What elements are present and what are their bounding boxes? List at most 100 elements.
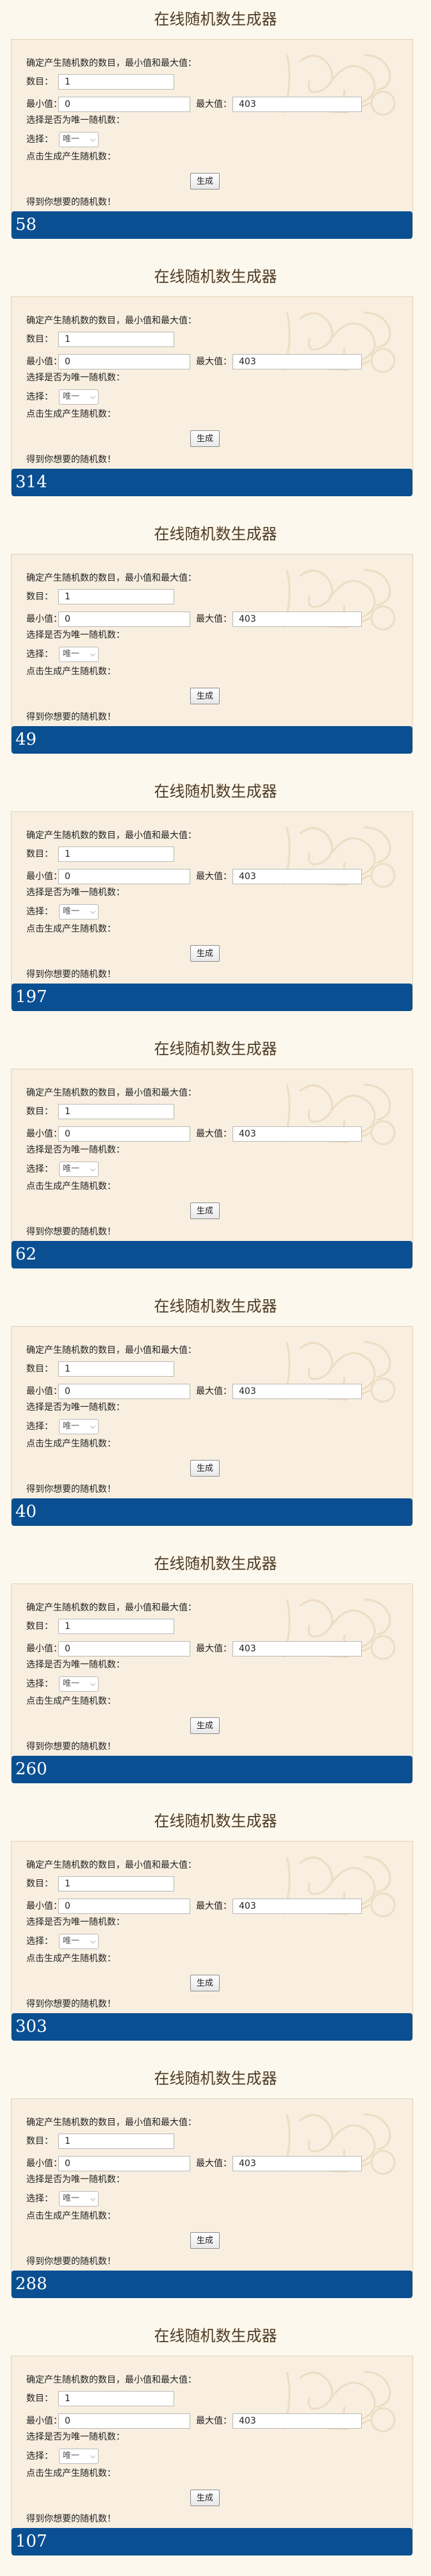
- count-input[interactable]: [58, 1104, 174, 1119]
- max-value-input[interactable]: [232, 2156, 362, 2171]
- generator-title: 在线随机数生成器: [154, 782, 277, 800]
- min-value-input[interactable]: [58, 354, 190, 369]
- chevron-down-icon: ⌵: [90, 393, 95, 401]
- generate-button[interactable]: 生成: [190, 945, 220, 962]
- max-value-input[interactable]: [232, 2413, 362, 2429]
- result-value: 314: [12, 469, 412, 496]
- chevron-down-icon: ⌵: [90, 135, 95, 143]
- generator-panel: 确定产生随机数的数目，最小值和最大值： 数目： 最小值： 最大值： 选择是否为唯…: [11, 296, 413, 494]
- min-value-input[interactable]: [58, 1641, 190, 1657]
- count-label: 数目：: [26, 2136, 53, 2146]
- generator-title: 在线随机数生成器: [154, 2327, 277, 2345]
- result-label: 得到你想要的随机数！: [26, 1227, 116, 1237]
- min-value-input[interactable]: [58, 1899, 190, 1914]
- decorative-pattern-icon: [282, 311, 396, 373]
- generate-button[interactable]: 生成: [190, 1975, 220, 1991]
- unique-select[interactable]: 唯一 ⌵: [59, 389, 99, 405]
- count-label: 数目：: [26, 1879, 53, 1889]
- unique-prompt: 选择是否为唯一随机数：: [26, 887, 125, 898]
- count-input[interactable]: [58, 589, 174, 604]
- decorative-pattern-icon: [282, 1341, 396, 1403]
- click-prompt: 点击生成产生随机数：: [26, 1439, 116, 1449]
- instruction-text: 确定产生随机数的数目，最小值和最大值：: [26, 1860, 197, 1870]
- result-value: 303: [12, 2013, 412, 2041]
- page-root: 在线随机数生成器 确定产生随机数的数目，最小值和最大值： 数目： 最小值： 最大…: [0, 0, 431, 2576]
- unique-select-value: 唯一: [63, 1422, 80, 1431]
- generate-button[interactable]: 生成: [190, 2232, 220, 2249]
- random-generator-section: 在线随机数生成器 确定产生随机数的数目，最小值和最大值： 数目： 最小值： 最大…: [0, 515, 431, 772]
- unique-select-value: 唯一: [63, 1936, 80, 1946]
- count-input[interactable]: [58, 847, 174, 862]
- count-input[interactable]: [58, 1876, 174, 1891]
- unique-select[interactable]: 唯一 ⌵: [59, 2449, 99, 2464]
- count-input[interactable]: [58, 1361, 174, 1377]
- click-prompt: 点击生成产生随机数：: [26, 667, 116, 677]
- result-value: 49: [12, 726, 412, 754]
- max-value-input[interactable]: [232, 1126, 362, 1142]
- unique-select[interactable]: 唯一 ⌵: [59, 2191, 99, 2207]
- unique-select[interactable]: 唯一 ⌵: [59, 132, 99, 147]
- result-label: 得到你想要的随机数！: [26, 969, 116, 980]
- unique-select[interactable]: 唯一 ⌵: [59, 1419, 99, 1434]
- generate-button[interactable]: 生成: [190, 430, 220, 447]
- click-prompt: 点击生成产生随机数：: [26, 2468, 116, 2479]
- generator-title: 在线随机数生成器: [154, 2070, 277, 2087]
- chevron-down-icon: ⌵: [90, 1680, 95, 1688]
- chevron-down-icon: ⌵: [90, 1165, 95, 1173]
- count-label: 数目：: [26, 77, 53, 87]
- decorative-pattern-icon: [282, 1598, 396, 1660]
- unique-select[interactable]: 唯一 ⌵: [59, 647, 99, 662]
- max-label: 最大值：: [196, 1386, 232, 1397]
- generate-button[interactable]: 生成: [190, 173, 220, 190]
- count-label: 数目：: [26, 592, 53, 602]
- min-value-input[interactable]: [58, 1126, 190, 1142]
- count-input[interactable]: [58, 332, 174, 347]
- max-label: 最大值：: [196, 1129, 232, 1139]
- select-label: 选择：: [26, 392, 53, 402]
- random-generator-section: 在线随机数生成器 确定产生随机数的数目，最小值和最大值： 数目： 最小值： 最大…: [0, 2059, 431, 2317]
- random-generator-section: 在线随机数生成器 确定产生随机数的数目，最小值和最大值： 数目： 最小值： 最大…: [0, 1287, 431, 1544]
- unique-select[interactable]: 唯一 ⌵: [59, 1676, 99, 1692]
- click-prompt: 点击生成产生随机数：: [26, 2211, 116, 2221]
- min-value-input[interactable]: [58, 97, 190, 112]
- generate-button[interactable]: 生成: [190, 1717, 220, 1734]
- result-label: 得到你想要的随机数！: [26, 2256, 116, 2267]
- count-input[interactable]: [58, 1619, 174, 1634]
- decorative-pattern-icon: [282, 1856, 396, 1918]
- count-label: 数目：: [26, 2394, 53, 2404]
- min-value-input[interactable]: [58, 869, 190, 884]
- min-value-input[interactable]: [58, 2413, 190, 2429]
- count-input[interactable]: [58, 74, 174, 90]
- max-value-input[interactable]: [232, 869, 362, 884]
- generate-button[interactable]: 生成: [190, 2490, 220, 2506]
- generator-panel: 确定产生随机数的数目，最小值和最大值： 数目： 最小值： 最大值： 选择是否为唯…: [11, 1841, 413, 2038]
- max-value-input[interactable]: [232, 1899, 362, 1914]
- click-prompt: 点击生成产生随机数：: [26, 152, 116, 162]
- min-label: 最小值：: [26, 871, 62, 882]
- unique-select[interactable]: 唯一 ⌵: [59, 904, 99, 919]
- unique-prompt: 选择是否为唯一随机数：: [26, 1917, 125, 1927]
- min-value-input[interactable]: [58, 1384, 190, 1399]
- max-value-input[interactable]: [232, 1384, 362, 1399]
- min-label: 最小值：: [26, 1901, 62, 1911]
- count-label: 数目：: [26, 1364, 53, 1374]
- generate-button[interactable]: 生成: [190, 688, 220, 704]
- max-label: 最大值：: [196, 2159, 232, 2169]
- max-value-input[interactable]: [232, 612, 362, 627]
- generate-button[interactable]: 生成: [190, 1460, 220, 1477]
- min-value-input[interactable]: [58, 612, 190, 627]
- unique-select[interactable]: 唯一 ⌵: [59, 1162, 99, 1177]
- max-value-input[interactable]: [232, 97, 362, 112]
- count-input[interactable]: [58, 2134, 174, 2149]
- min-value-input[interactable]: [58, 2156, 190, 2171]
- max-value-input[interactable]: [232, 1641, 362, 1657]
- max-value-input[interactable]: [232, 354, 362, 369]
- unique-select[interactable]: 唯一 ⌵: [59, 1934, 99, 1949]
- count-input[interactable]: [58, 2391, 174, 2406]
- max-label: 最大值：: [196, 1644, 232, 1654]
- generate-button[interactable]: 生成: [190, 1203, 220, 1219]
- random-generator-section: 在线随机数生成器 确定产生随机数的数目，最小值和最大值： 数目： 最小值： 最大…: [0, 1544, 431, 1802]
- result-label: 得到你想要的随机数！: [26, 2514, 116, 2524]
- generator-title: 在线随机数生成器: [154, 1555, 277, 1573]
- unique-select-value: 唯一: [63, 1679, 80, 1689]
